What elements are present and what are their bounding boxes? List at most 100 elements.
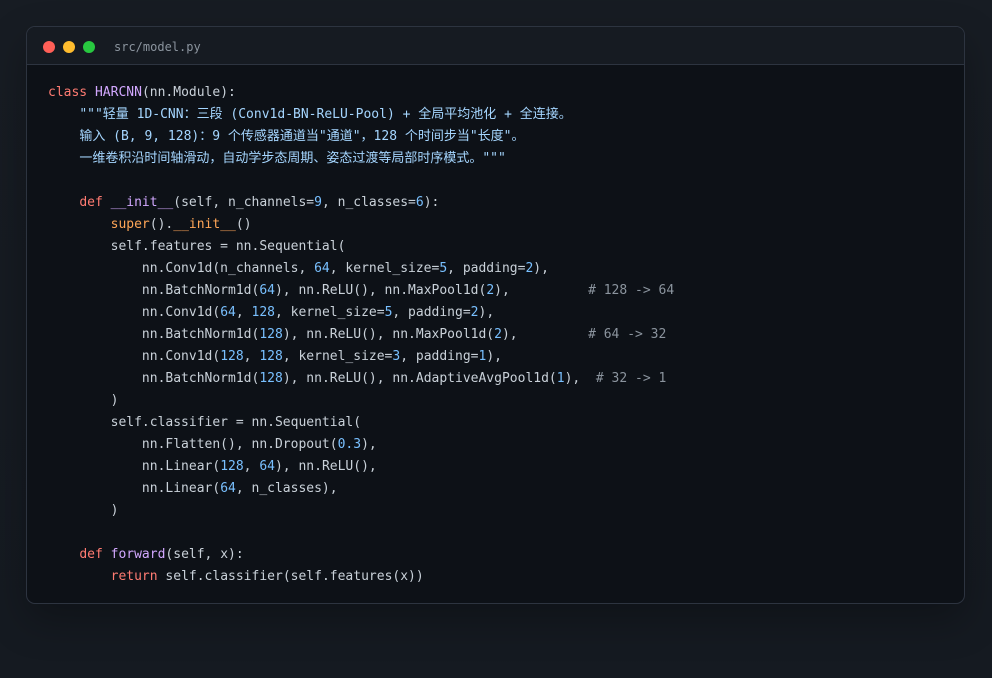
code-token-plain: ),: [361, 437, 377, 452]
code-token-func: forward: [110, 547, 166, 562]
code-token-num: 2: [470, 305, 479, 320]
code-token-plain: , kernel_size=: [282, 349, 393, 364]
code-line: """轻量 1D-CNN：三段 (Conv1d-BN-ReLU-Pool) + …: [48, 104, 948, 126]
code-token-num: 128: [259, 327, 283, 342]
code-line: self.features = nn.Sequential(: [48, 236, 948, 258]
code-token-plain: nn.Flatten(), nn.Dropout(: [48, 437, 338, 452]
code-token-plain: ),: [533, 261, 549, 276]
code-token-num: 128: [220, 349, 244, 364]
code-token-builtin: __init__: [173, 217, 236, 232]
close-window-button[interactable]: [43, 41, 55, 53]
code-line: self.classifier = nn.Sequential(: [48, 412, 948, 434]
code-token-doc: 输入 (B, 9, 128)：9 个传感器通道当"通道"，128 个时间步当"长…: [79, 129, 525, 144]
code-token-num: 9: [314, 195, 322, 210]
code-token-doc: """轻量 1D-CNN：三段 (Conv1d-BN-ReLU-Pool) + …: [79, 107, 572, 122]
code-token-comment: # 128 -> 64: [588, 283, 675, 298]
code-token-kw: def: [79, 547, 103, 562]
code-token-num: 64: [259, 459, 275, 474]
code-token-num: 64: [259, 283, 275, 298]
code-token-plain: ), nn.ReLU(), nn.MaxPool1d(: [274, 283, 487, 298]
code-token-num: 128: [220, 459, 244, 474]
code-token-num: 64: [220, 305, 236, 320]
code-line: nn.Linear(64, n_classes),: [48, 478, 948, 500]
code-token-plain: ), nn.ReLU(), nn.MaxPool1d(: [282, 327, 495, 342]
code-token-plain: ): [48, 503, 119, 518]
code-token-plain: (): [235, 217, 252, 232]
code-token-kw: def: [79, 195, 103, 210]
code-line: ): [48, 390, 948, 412]
code-token-class: HARCNN: [94, 85, 142, 100]
code-token-num: 64: [220, 481, 236, 496]
code-line: return self.classifier(self.features(x)): [48, 566, 948, 588]
code-token-plain: nn.BatchNorm1d(: [48, 371, 260, 386]
code-token-plain: (self, x):: [165, 547, 244, 562]
code-token-doc: 一维卷积沿时间轴滑动，自动学步态周期、姿态过渡等局部时序模式。""": [79, 151, 506, 166]
code-token-num: 1: [556, 371, 565, 386]
code-token-plain: ,: [235, 305, 252, 320]
code-line: 一维卷积沿时间轴滑动，自动学步态周期、姿态过渡等局部时序模式。""": [48, 148, 948, 170]
code-token-plain: ,: [243, 459, 260, 474]
code-line: nn.Conv1d(128, 128, kernel_size=3, paddi…: [48, 346, 948, 368]
window-titlebar: src/model.py: [27, 27, 964, 65]
code-token-plain: , kernel_size=: [274, 305, 385, 320]
code-token-plain: ),: [501, 327, 589, 342]
code-token-num: 128: [259, 371, 283, 386]
code-token-plain: ), nn.ReLU(), nn.AdaptiveAvgPool1d(: [282, 371, 557, 386]
maximize-window-button[interactable]: [83, 41, 95, 53]
code-token-plain: ):: [423, 195, 440, 210]
code-token-plain: ),: [494, 283, 589, 298]
code-token-plain: ),: [486, 349, 502, 364]
code-token-plain: nn.Conv1d(: [48, 349, 221, 364]
code-line: def forward(self, x):: [48, 544, 948, 566]
code-line: nn.BatchNorm1d(64), nn.ReLU(), nn.MaxPoo…: [48, 280, 948, 302]
code-token-comment: # 64 -> 32: [588, 327, 667, 342]
code-line: nn.Conv1d(n_channels, 64, kernel_size=5,…: [48, 258, 948, 280]
code-token-kw: class: [48, 85, 88, 100]
code-token-num: 64: [314, 261, 330, 276]
file-path-title: src/model.py: [114, 40, 201, 54]
code-token-plain: ().: [149, 217, 174, 232]
code-token-plain: nn.Conv1d(: [48, 305, 221, 320]
minimize-window-button[interactable]: [63, 41, 75, 53]
code-window: src/model.py class HARCNN(nn.Module): ""…: [26, 26, 965, 604]
code-line: super().__init__(): [48, 214, 948, 236]
code-token-plain: nn.Linear(: [48, 481, 221, 496]
code-line: nn.Flatten(), nn.Dropout(0.3),: [48, 434, 948, 456]
code-line: ): [48, 500, 948, 522]
code-token-comment: # 32 -> 1: [595, 371, 667, 386]
code-token-plain: , n_classes=: [321, 195, 416, 210]
code-token-plain: ),: [478, 305, 495, 320]
code-block[interactable]: class HARCNN(nn.Module): """轻量 1D-CNN：三段…: [48, 82, 948, 588]
code-token-plain: ),: [564, 371, 596, 386]
code-line: nn.Linear(128, 64), nn.ReLU(),: [48, 456, 948, 478]
code-token-plain: (self, n_channels=: [173, 195, 315, 210]
code-token-num: 2: [494, 327, 502, 342]
code-token-num: 6: [415, 195, 424, 210]
code-token-num: 128: [259, 349, 283, 364]
code-token-plain: ,: [243, 349, 260, 364]
code-line: nn.BatchNorm1d(128), nn.ReLU(), nn.MaxPo…: [48, 324, 948, 346]
code-token-plain: , kernel_size=: [329, 261, 440, 276]
code-token-num: 128: [251, 305, 275, 320]
code-line: def __init__(self, n_channels=9, n_class…: [48, 192, 948, 214]
code-token-plain: nn.BatchNorm1d(: [48, 327, 260, 342]
code-token-plain: nn.Linear(: [48, 459, 221, 474]
code-token-plain: nn.Conv1d(n_channels,: [48, 261, 315, 276]
code-token-plain: , padding=: [447, 261, 526, 276]
code-token-builtin: super: [110, 217, 150, 232]
code-token-num: 0.3: [337, 437, 362, 452]
code-token-plain: , n_classes),: [235, 481, 338, 496]
code-token-plain: self.features = nn.Sequential(: [48, 239, 346, 254]
code-token-num: 5: [439, 261, 448, 276]
